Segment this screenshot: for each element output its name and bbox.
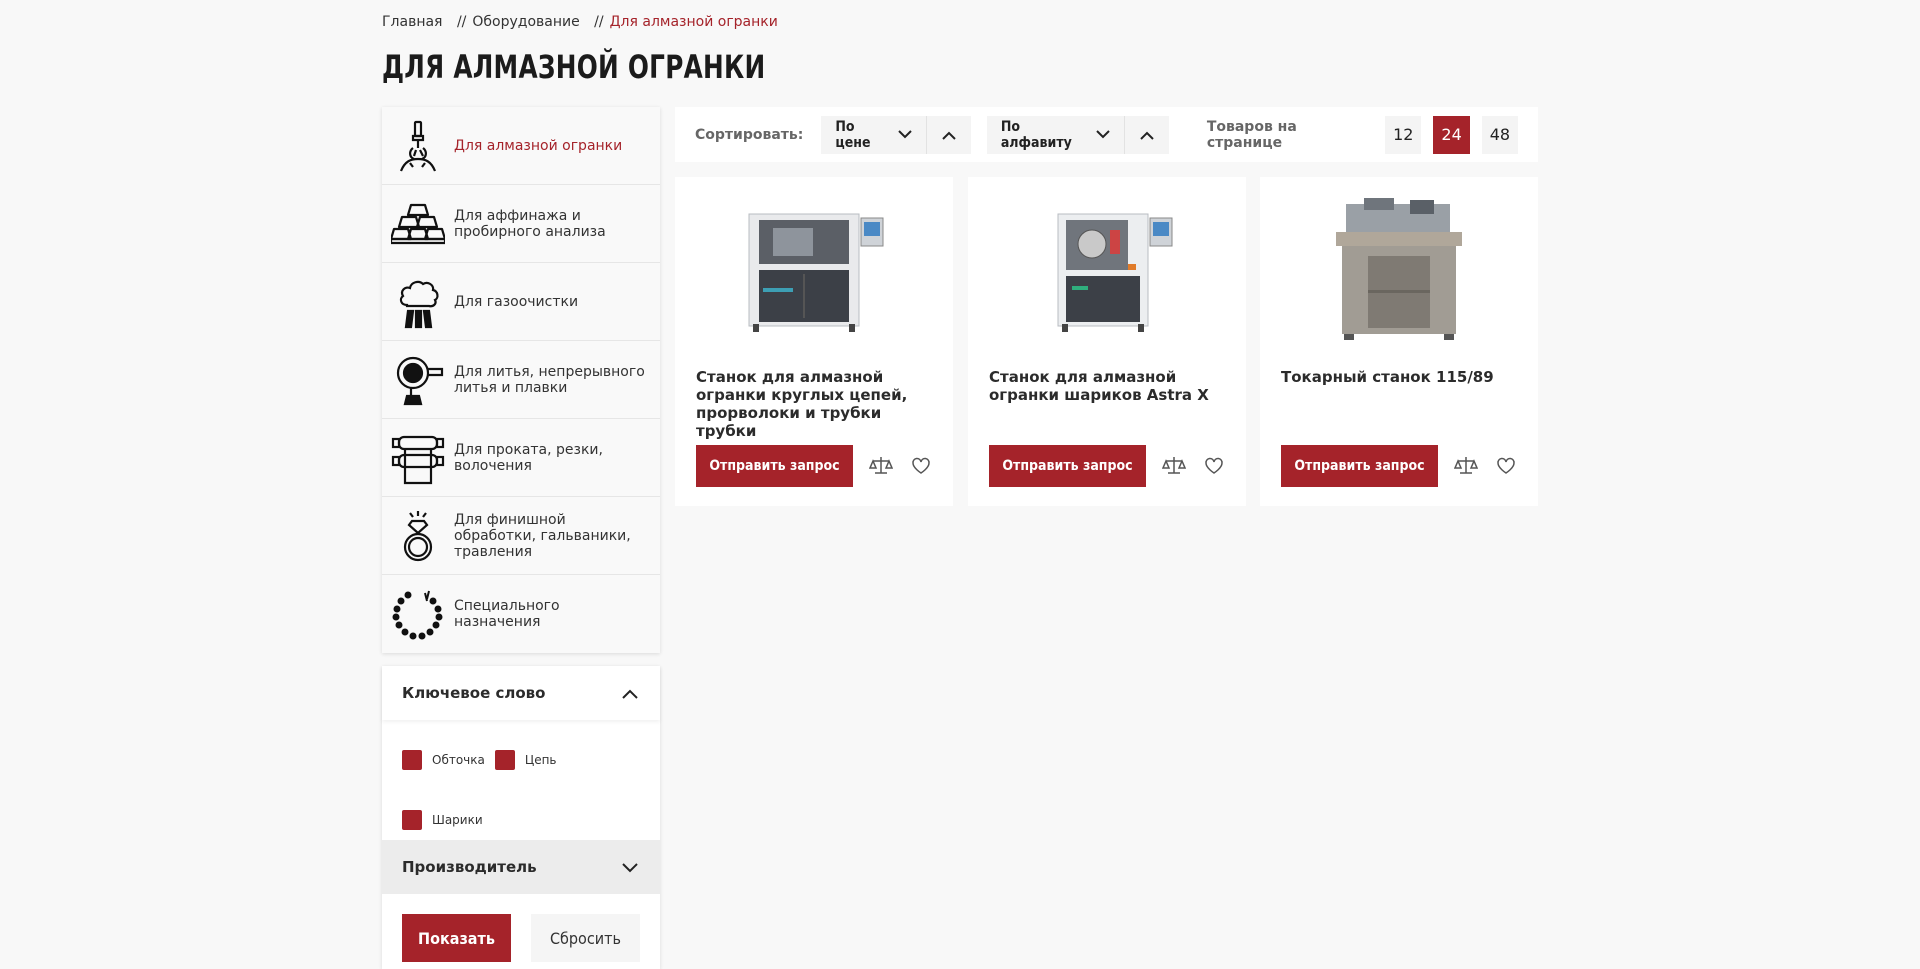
category-label: Для алмазной огранки xyxy=(454,137,623,154)
product-name[interactable]: Станок для алмазной огранки шариков Astr… xyxy=(989,368,1229,404)
product-image[interactable] xyxy=(998,201,1216,337)
category-label: Для литья, непрерывного литья и плавки xyxy=(454,363,645,396)
keyword-label: Обточка xyxy=(432,753,485,767)
per-page-24[interactable]: 24 xyxy=(1433,115,1470,154)
chevron-down-icon xyxy=(622,858,638,877)
product-image[interactable] xyxy=(1290,198,1508,340)
product-card[interactable]: Станок для алмазной огранки шариков Astr… xyxy=(968,177,1246,506)
category-label: Для финишной обработки, гальваники, трав… xyxy=(454,511,631,560)
heart-icon[interactable] xyxy=(1204,456,1224,476)
sort-alpha-direction-button[interactable] xyxy=(1124,115,1169,154)
send-request-button[interactable]: Отправить запрос xyxy=(1281,445,1438,487)
keyword-filter-title: Ключевое слово xyxy=(402,684,546,702)
category-item-refining[interactable]: Для аффинажа и пробирного анализа xyxy=(382,185,660,263)
breadcrumb-separator: // xyxy=(594,14,604,30)
product-name[interactable]: Станок для алмазной огранки круглых цепе… xyxy=(696,368,936,440)
compare-scales-icon[interactable] xyxy=(868,455,894,477)
category-label: Для аффинажа и пробирного анализа xyxy=(454,207,606,240)
checkbox[interactable] xyxy=(402,750,422,770)
casting-icon xyxy=(382,341,454,419)
rolling-icon xyxy=(382,419,454,497)
manufacturer-filter-title: Производитель xyxy=(402,858,537,876)
sort-price-direction-button[interactable] xyxy=(926,115,970,154)
per-page-48[interactable]: 48 xyxy=(1481,115,1519,154)
filter-actions: Показать Сбросить xyxy=(382,894,660,962)
keyword-label: Шарики xyxy=(432,813,483,827)
checkbox[interactable] xyxy=(494,750,515,770)
chevron-up-icon xyxy=(622,684,638,703)
sort-label: Сортировать: xyxy=(695,126,804,143)
breadcrumb-separator: // xyxy=(456,14,467,30)
chevron-down-icon xyxy=(898,127,913,143)
chevron-down-icon xyxy=(1096,127,1110,143)
product-name[interactable]: Токарный станок 115/89 xyxy=(1281,368,1521,386)
filter-panel: Ключевое слово Обточка Цепь Шарики Произ… xyxy=(382,666,660,969)
show-button[interactable]: Показать xyxy=(402,914,511,962)
sort-by-alpha-label: По алфавиту xyxy=(1000,118,1072,151)
keyword-label: Цепь xyxy=(524,753,557,767)
keyword-checkbox-tsep[interactable]: Цепь xyxy=(494,740,557,780)
gas-cleaning-icon xyxy=(382,263,454,341)
category-item-special[interactable]: Специального назначения xyxy=(382,575,660,653)
compare-scales-icon[interactable] xyxy=(1161,455,1187,477)
sort-by-price-label: По цене xyxy=(835,118,871,151)
checkbox[interactable] xyxy=(402,810,422,830)
category-label: Для газоочистки xyxy=(454,293,579,310)
sort-by-price-dropdown[interactable]: По цене xyxy=(821,116,926,154)
heart-icon[interactable] xyxy=(1496,456,1516,476)
diamond-cutting-icon xyxy=(382,107,454,185)
product-image[interactable] xyxy=(705,201,923,337)
ring-icon xyxy=(382,497,454,575)
category-item-casting[interactable]: Для литья, непрерывного литья и плавки xyxy=(382,341,660,419)
chevron-up-icon xyxy=(1140,125,1154,144)
breadcrumb-equipment[interactable]: Оборудование xyxy=(472,14,579,30)
breadcrumb-current: Для алмазной огранки xyxy=(609,14,778,30)
compare-scales-icon[interactable] xyxy=(1453,455,1479,477)
keyword-checkbox-obtochka[interactable]: Обточка xyxy=(402,740,485,780)
send-request-button[interactable]: Отправить запрос xyxy=(989,445,1146,487)
chevron-up-icon xyxy=(942,125,956,144)
category-menu: Для алмазной огранки Для аффинажа и проб… xyxy=(382,107,660,653)
send-request-button[interactable]: Отправить запрос xyxy=(696,445,853,487)
category-item-diamond-cutting[interactable]: Для алмазной огранки xyxy=(382,107,660,185)
category-label: Для проката, резки, волочения xyxy=(454,441,603,474)
product-card[interactable]: Станок для алмазной огранки круглых цепе… xyxy=(675,177,953,506)
breadcrumb: Главная // Оборудование // Для алмазной ог… xyxy=(382,14,778,30)
sort-bar: Сортировать: По цене По алфавиту Товаров… xyxy=(675,107,1538,162)
per-page-12[interactable]: 12 xyxy=(1385,115,1422,154)
sort-alpha-group: По алфавиту xyxy=(986,115,1169,154)
category-label: Специального назначения xyxy=(454,598,560,630)
keyword-filter-header[interactable]: Ключевое слово xyxy=(382,666,660,720)
page-title: ДЛЯ АЛМАЗНОЙ ОГРАНКИ xyxy=(382,48,766,86)
keyword-checkbox-shariki[interactable]: Шарики xyxy=(402,800,640,840)
keyword-list: Обточка Цепь Шарики xyxy=(382,720,660,840)
manufacturer-filter-header[interactable]: Производитель xyxy=(382,840,660,894)
product-card[interactable]: Токарный станок 115/89 Отправить запрос xyxy=(1260,177,1538,506)
reset-button[interactable]: Сбросить xyxy=(531,914,640,962)
sort-price-group: По цене xyxy=(821,115,971,154)
gold-bars-icon xyxy=(382,185,454,263)
chain-icon xyxy=(382,575,454,653)
category-item-finishing[interactable]: Для финишной обработки, гальваники, трав… xyxy=(382,497,660,575)
breadcrumb-home[interactable]: Главная xyxy=(382,14,442,30)
category-item-rolling[interactable]: Для проката, резки, волочения xyxy=(382,419,660,497)
sort-by-alpha-dropdown[interactable]: По алфавиту xyxy=(987,116,1124,154)
per-page-label: Товаров на странице xyxy=(1206,118,1297,151)
category-item-gas-cleaning[interactable]: Для газоочистки xyxy=(382,263,660,341)
heart-icon[interactable] xyxy=(911,456,931,476)
